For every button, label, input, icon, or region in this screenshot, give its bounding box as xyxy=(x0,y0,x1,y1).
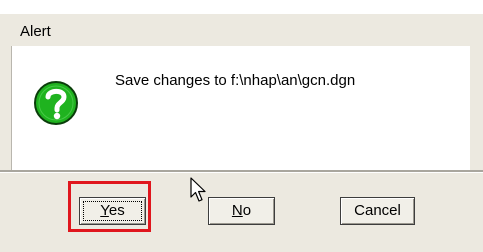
no-button[interactable]: No xyxy=(208,197,275,225)
yes-mnemonic: Y xyxy=(100,202,109,219)
dialog-title: Alert xyxy=(20,23,51,40)
window-edge xyxy=(470,46,483,170)
yes-button[interactable]: Yes xyxy=(79,197,146,225)
yes-label-rest: es xyxy=(108,202,125,219)
alert-dialog: Alert Save changes to f:\nhap\an\gcn.dgn… xyxy=(0,0,483,252)
top-strip xyxy=(0,0,483,14)
no-label-rest: o xyxy=(242,202,252,219)
dialog-message: Save changes to f:\nhap\an\gcn.dgn xyxy=(115,72,356,89)
message-pane xyxy=(11,46,472,170)
mouse-pointer-icon xyxy=(190,177,206,202)
question-icon xyxy=(34,81,78,125)
no-mnemonic: N xyxy=(231,202,243,219)
cancel-button[interactable]: Cancel xyxy=(340,197,415,225)
title-bar[interactable]: Alert xyxy=(0,14,483,46)
